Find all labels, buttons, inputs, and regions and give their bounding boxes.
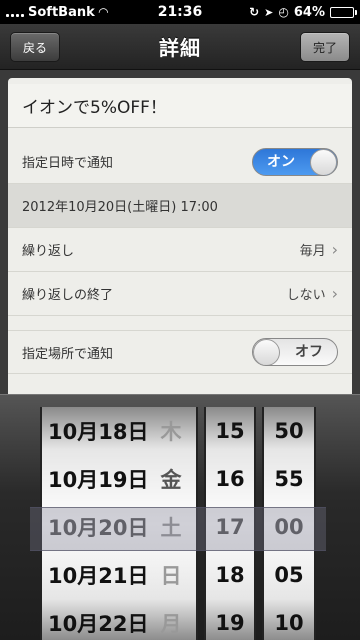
date-notify-label: 指定日時で通知 bbox=[22, 156, 114, 171]
repeat-end-value: しない bbox=[286, 288, 326, 303]
date-option-weekday: 金 bbox=[160, 468, 182, 492]
hour-option[interactable]: 15 bbox=[206, 407, 254, 455]
detail-panel: イオンで5%OFF！ 指定日時で通知 オン 2012年10月20日(土曜日) 1… bbox=[8, 78, 352, 400]
date-option[interactable]: 10月20日土 bbox=[42, 503, 196, 551]
datetime-value: 2012年10月20日(土曜日) 17:00 bbox=[22, 200, 218, 215]
date-option-weekday: 月 bbox=[160, 612, 182, 636]
battery-percent: 64% bbox=[293, 4, 325, 20]
carrier-label: SoftBank bbox=[28, 4, 95, 20]
date-option-weekday: 木 bbox=[160, 420, 182, 444]
minute-option[interactable]: 50 bbox=[264, 407, 314, 455]
repeat-row[interactable]: 繰り返し 毎月 › bbox=[8, 228, 352, 272]
date-wheel[interactable]: 10月18日木 10月19日金 10月20日土 10月21日日 10月22日月 bbox=[40, 407, 198, 640]
hour-option[interactable]: 19 bbox=[206, 599, 254, 640]
repeat-end-row[interactable]: 繰り返しの終了 しない › bbox=[8, 272, 352, 316]
hour-option[interactable]: 16 bbox=[206, 455, 254, 503]
hour-wheel[interactable]: 15 16 17 18 19 bbox=[204, 407, 256, 640]
date-option-date: 10月21日 bbox=[48, 564, 149, 588]
wifi-icon: ◠ bbox=[98, 5, 108, 19]
minute-option[interactable]: 05 bbox=[264, 551, 314, 599]
status-bar: SoftBank ◠ 21:36 ↻ ➤ ◴ 64% bbox=[0, 0, 360, 24]
minute-option[interactable]: 10 bbox=[264, 599, 314, 640]
page-title: 詳細 bbox=[159, 36, 201, 60]
date-notify-toggle-text: オン bbox=[267, 153, 295, 170]
toggle-knob bbox=[310, 148, 337, 175]
date-option[interactable]: 10月18日木 bbox=[42, 407, 196, 455]
date-option-weekday: 日 bbox=[160, 564, 182, 588]
minute-option[interactable]: 00 bbox=[264, 503, 314, 551]
alarm-clock-icon: ◴ bbox=[278, 5, 289, 19]
chevron-right-icon: › bbox=[331, 284, 338, 303]
signal-icon bbox=[6, 7, 24, 17]
location-notify-toggle[interactable]: オフ bbox=[252, 338, 338, 366]
date-option-date: 10月22日 bbox=[48, 612, 149, 636]
status-right: ↻ ➤ ◴ 64% bbox=[249, 4, 357, 20]
status-left: SoftBank ◠ bbox=[6, 5, 249, 20]
hour-option[interactable]: 17 bbox=[206, 503, 254, 551]
location-notify-row: 指定場所で通知 オフ bbox=[8, 330, 352, 374]
location-notify-toggle-text: オフ bbox=[295, 344, 323, 360]
toggle-knob bbox=[253, 339, 280, 365]
date-time-picker[interactable]: 10月18日木 10月19日金 10月20日土 10月21日日 10月22日月 15 16… bbox=[0, 394, 360, 640]
battery-icon bbox=[330, 6, 357, 18]
date-option-weekday: 土 bbox=[160, 516, 182, 540]
date-option[interactable]: 10月19日金 bbox=[42, 455, 196, 503]
location-arrow-icon: ➤ bbox=[264, 5, 274, 19]
date-option-date: 10月20日 bbox=[48, 516, 149, 540]
minute-wheel[interactable]: 50 55 00 05 10 bbox=[262, 407, 316, 640]
navigation-bar: 戻る 詳細 完了 bbox=[0, 24, 360, 70]
minute-option[interactable]: 55 bbox=[264, 455, 314, 503]
repeat-label: 繰り返し bbox=[22, 244, 75, 259]
chevron-right-icon: › bbox=[331, 240, 338, 259]
done-button[interactable]: 完了 bbox=[299, 32, 350, 62]
detail-content: イオンで5%OFF！ 指定日時で通知 オン 2012年10月20日(土曜日) 1… bbox=[0, 70, 360, 400]
date-notify-row: 指定日時で通知 オン bbox=[8, 140, 352, 184]
date-notify-toggle[interactable]: オン bbox=[252, 147, 338, 176]
hour-option[interactable]: 18 bbox=[206, 551, 254, 599]
repeat-end-label: 繰り返しの終了 bbox=[22, 288, 114, 303]
date-option[interactable]: 10月22日月 bbox=[42, 599, 196, 640]
back-button[interactable]: 戻る bbox=[10, 32, 61, 62]
datetime-row[interactable]: 2012年10月20日(土曜日) 17:00 bbox=[8, 184, 352, 228]
date-option-date: 10月19日 bbox=[48, 468, 149, 492]
reminder-title[interactable]: イオンで5%OFF！ bbox=[8, 84, 352, 128]
rotation-lock-icon: ↻ bbox=[249, 5, 260, 19]
date-option-date: 10月18日 bbox=[48, 420, 149, 444]
repeat-value: 毎月 bbox=[299, 244, 326, 259]
date-option[interactable]: 10月21日日 bbox=[42, 551, 196, 599]
location-notify-label: 指定場所で通知 bbox=[22, 346, 114, 362]
